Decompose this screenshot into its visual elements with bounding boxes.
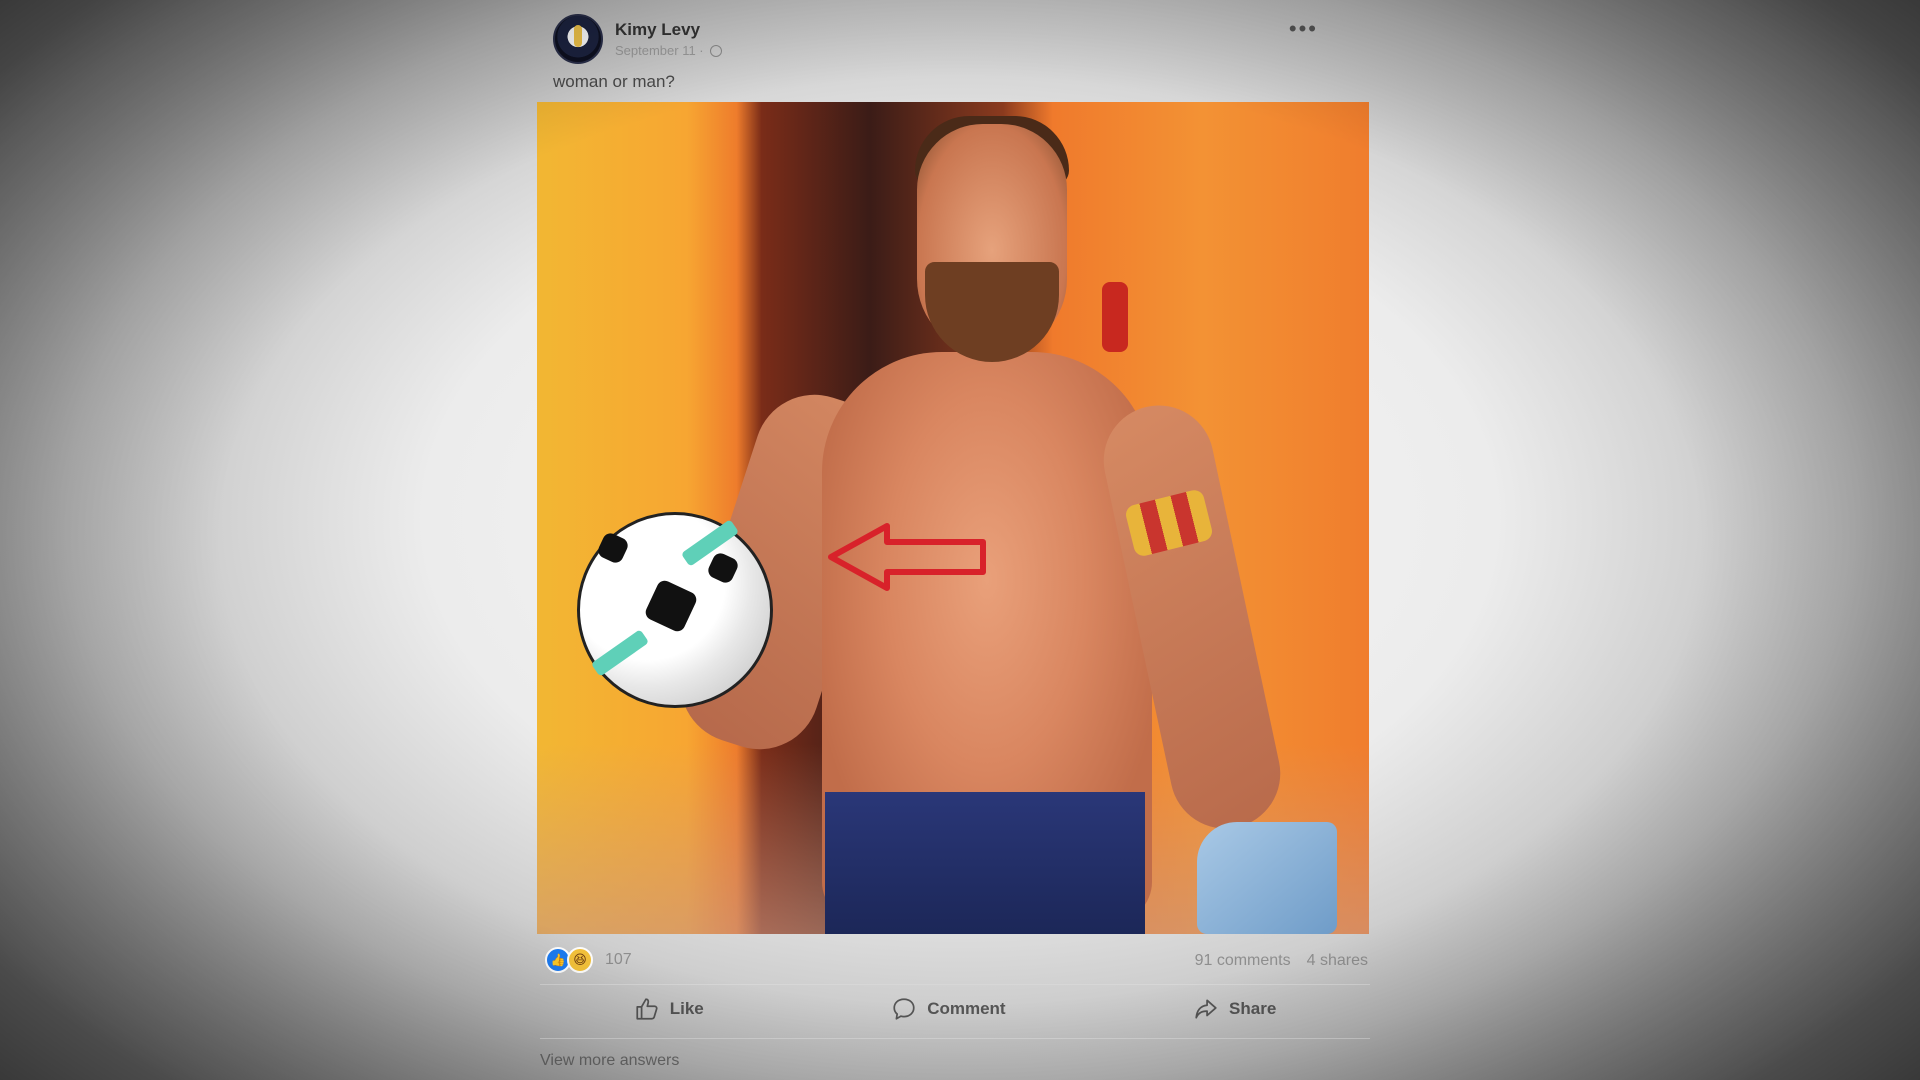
shorts <box>825 792 1145 934</box>
post-date-row: September 11 · <box>615 43 722 58</box>
view-more-answers-link[interactable]: View more answers <box>540 1052 679 1070</box>
share-button[interactable]: Share <box>1193 996 1276 1022</box>
post-photo[interactable] <box>537 102 1369 934</box>
haha-reaction-icon: 😆 <box>567 947 593 973</box>
globe-icon <box>709 44 722 57</box>
ball-accent <box>590 629 650 677</box>
comment-bubble-icon <box>893 998 915 1020</box>
post-date[interactable]: September 11 · <box>615 43 704 58</box>
post-header: Kimy Levy September 11 · <box>553 14 722 64</box>
avatar[interactable] <box>553 14 603 64</box>
shares-count[interactable]: 4 shares <box>1307 952 1368 970</box>
ball-patch <box>705 550 741 586</box>
more-options-icon[interactable]: ••• <box>1289 16 1318 42</box>
comments-count[interactable]: 91 comments <box>1195 952 1291 970</box>
ball-patch <box>643 578 699 634</box>
facebook-post: Kimy Levy September 11 · ••• woman or ma… <box>520 0 1370 1080</box>
divider <box>540 984 1370 985</box>
author-block: Kimy Levy September 11 · <box>615 20 722 58</box>
comment-button[interactable]: Comment <box>891 996 1006 1022</box>
fire-extinguisher <box>1102 282 1128 352</box>
thumbs-up-icon <box>636 998 658 1020</box>
share-arrow-icon <box>1195 999 1217 1019</box>
divider <box>540 1038 1370 1039</box>
share-label: Share <box>1229 999 1277 1018</box>
action-bar: Like Comment Share <box>540 996 1370 1022</box>
avatar-logo <box>574 25 582 47</box>
reaction-count: 107 <box>605 951 632 968</box>
soccer-ball <box>577 512 773 708</box>
like-button[interactable]: Like <box>634 996 704 1022</box>
held-shirt <box>1197 822 1337 934</box>
engagement-counts: 91 comments 4 shares <box>1195 952 1368 970</box>
like-label: Like <box>669 999 704 1018</box>
red-arrow-icon <box>828 523 986 591</box>
comment-label: Comment <box>927 999 1006 1018</box>
author-name[interactable]: Kimy Levy <box>615 20 722 40</box>
ball-patch <box>595 530 631 566</box>
reactions-summary[interactable]: 👍 😆 107 <box>545 947 632 973</box>
beard <box>925 262 1059 362</box>
post-text: woman or man? <box>553 72 675 91</box>
